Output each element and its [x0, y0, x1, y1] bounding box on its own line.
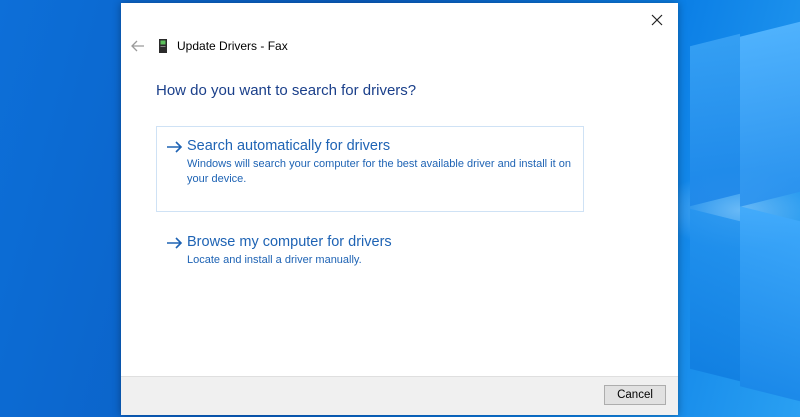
browse-computer-option[interactable]: Browse my computer for drivers Locate an…: [156, 222, 584, 282]
windows-logo-pane: [740, 19, 800, 207]
option-description: Windows will search your computer for th…: [187, 158, 571, 185]
windows-logo-pane: [690, 208, 740, 382]
dialog-header: Update Drivers - Fax: [127, 36, 288, 56]
option-description: Locate and install a driver manually.: [187, 254, 362, 266]
back-button[interactable]: [127, 36, 149, 56]
close-button[interactable]: [642, 7, 672, 33]
arrow-right-icon: [167, 237, 183, 249]
dialog-footer: Cancel: [121, 376, 678, 415]
page-heading: How do you want to search for drivers?: [156, 82, 417, 99]
option-title: Search automatically for drivers: [187, 138, 391, 154]
cancel-button[interactable]: Cancel: [604, 385, 666, 405]
back-arrow-icon: [131, 40, 144, 52]
device-icon: [155, 38, 171, 54]
dialog-title: Update Drivers - Fax: [177, 39, 288, 53]
close-icon: [651, 14, 663, 26]
arrow-right-icon: [167, 141, 183, 153]
search-automatically-option[interactable]: Search automatically for drivers Windows…: [156, 126, 584, 212]
windows-logo-pane: [740, 206, 800, 404]
windows-logo-pane: [690, 33, 740, 207]
option-title: Browse my computer for drivers: [187, 234, 392, 250]
update-drivers-dialog: Update Drivers - Fax How do you want to …: [121, 3, 678, 415]
